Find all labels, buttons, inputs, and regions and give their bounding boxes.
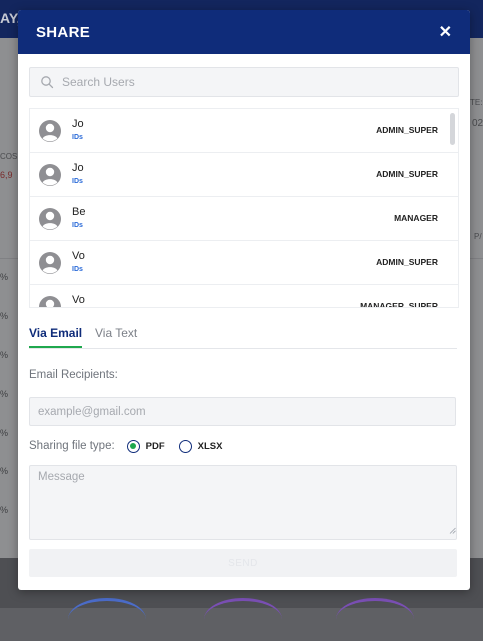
background-right-value: 02 [472,118,483,129]
background-right-label: TE: [470,98,483,107]
resize-grip-icon[interactable] [449,527,456,534]
share-method-tabs: Via Email Via Text [29,322,457,349]
background-gauge [336,598,414,641]
send-button[interactable]: SEND [29,549,457,577]
background-percent: % [0,389,9,399]
background-percent: % [0,350,9,360]
user-role: ADMIN_SUPER [376,125,438,135]
user-name: Vo [72,250,85,262]
user-id: IDs [72,178,83,185]
background-percent: % [0,466,9,476]
avatar-icon [39,296,61,307]
xlsx-radio[interactable] [178,439,192,453]
user-role: MANAGER [394,213,438,223]
file-type-label: Sharing file type: [29,440,115,452]
user-role: ADMIN_SUPER [376,169,438,179]
background-gauge [204,598,282,641]
search-input[interactable] [60,74,444,90]
background-gauge [68,598,146,641]
background-percent: % [0,428,9,438]
user-id: IDs [72,134,83,141]
modal-title: SHARE [36,23,91,41]
background-percent: % [0,311,9,321]
message-textarea[interactable] [29,465,457,540]
user-id: IDs [72,222,83,229]
avatar-icon [39,164,61,186]
user-name: Be [72,206,86,218]
avatar-icon [39,208,61,230]
background-far-right-label: P/ [474,232,482,241]
modal-header: SHARE ✕ [18,10,470,54]
search-icon [41,76,54,89]
user-row[interactable]: Jo IDs ADMIN_SUPER [30,109,458,153]
pdf-radio-label: PDF [145,440,165,452]
user-list-scrollbar[interactable] [450,113,455,145]
avatar-icon [39,120,61,142]
tab-via-text[interactable]: Via Text [95,326,137,340]
background-percent: % [0,505,9,515]
email-recipients-label: Email Recipients: [29,369,118,381]
user-name: Vo [72,294,85,306]
user-id: IDs [72,266,83,273]
file-type-row: Sharing file type: PDF XLSX [29,437,236,455]
background-cost-label: COS [0,152,18,161]
xlsx-radio-label: XLSX [197,440,223,452]
close-icon[interactable]: ✕ [439,22,452,42]
user-row[interactable]: Be IDs MANAGER [30,197,458,241]
search-box[interactable] [29,67,459,97]
user-row[interactable]: Vo IDs ADMIN_SUPER [30,241,458,285]
user-name: Jo [72,162,84,174]
user-row[interactable]: Jo IDs ADMIN_SUPER [30,153,458,197]
user-role: MANAGER_SUPER [360,301,438,308]
background-cost-value: 6,9 [0,170,13,180]
pdf-radio[interactable] [126,439,140,453]
user-name: Jo [72,118,84,130]
background-percent: % [0,272,9,282]
share-modal: SHARE ✕ Jo IDs ADMIN_SUPER Jo IDs ADMIN_… [18,10,470,590]
tab-via-email[interactable]: Via Email [29,326,83,348]
avatar-icon [39,252,61,274]
user-list[interactable]: Jo IDs ADMIN_SUPER Jo IDs ADMIN_SUPER Be… [29,108,459,308]
email-recipients-input[interactable] [29,397,456,426]
user-role: ADMIN_SUPER [376,257,438,267]
user-row[interactable]: Vo MANAGER_SUPER [30,285,458,308]
